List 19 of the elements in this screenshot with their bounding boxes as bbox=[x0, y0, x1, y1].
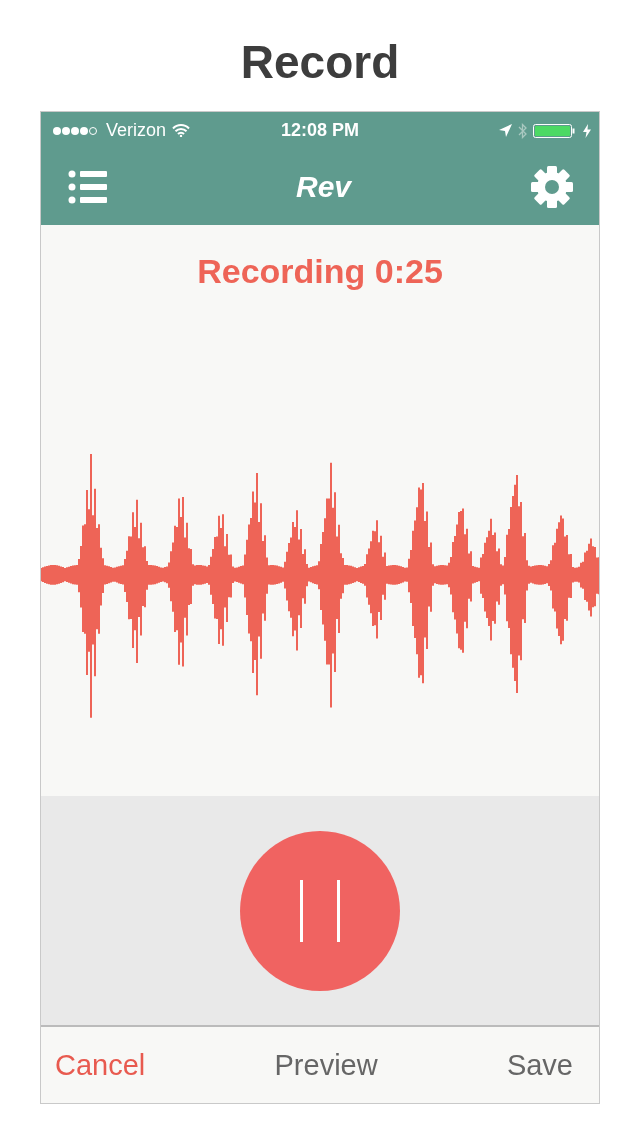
settings-icon bbox=[531, 166, 573, 208]
app-logo: Rev bbox=[295, 170, 351, 204]
status-time: 12:08 PM bbox=[281, 120, 359, 141]
location-icon bbox=[499, 124, 512, 137]
charging-icon bbox=[583, 123, 591, 138]
pause-icon bbox=[300, 879, 340, 942]
page-title: Record bbox=[240, 35, 400, 90]
cancel-button[interactable]: Cancel bbox=[55, 1048, 146, 1082]
carrier-name: Verizon bbox=[106, 120, 167, 141]
menu-button[interactable] bbox=[68, 170, 108, 204]
save-button[interactable]: Save bbox=[506, 1048, 573, 1082]
menu-icon bbox=[68, 170, 108, 204]
preview-button[interactable]: Preview bbox=[274, 1048, 378, 1082]
recording-timer: Recording 0:25 bbox=[197, 251, 443, 291]
bluetooth-icon bbox=[518, 122, 527, 139]
wifi-icon bbox=[172, 124, 191, 137]
battery-icon bbox=[533, 123, 577, 138]
settings-button[interactable] bbox=[531, 166, 573, 208]
signal-icon bbox=[52, 125, 100, 136]
